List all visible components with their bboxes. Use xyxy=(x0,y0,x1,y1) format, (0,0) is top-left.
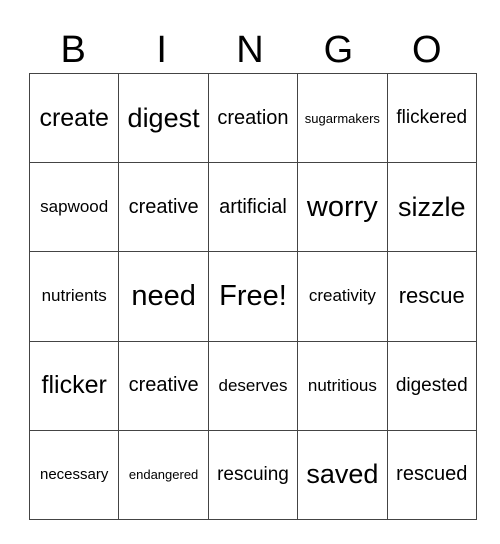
grid-row: flicker creative deserves nutritious dig… xyxy=(28,340,477,431)
bingo-cell: creation xyxy=(207,72,299,164)
bingo-cell: deserves xyxy=(207,340,299,431)
header-letter-b: B xyxy=(60,29,86,71)
bingo-cell: worry xyxy=(297,162,388,253)
bingo-cell: digest xyxy=(118,72,209,164)
bingo-cell: sapwood xyxy=(28,162,120,253)
bingo-cell: artificial xyxy=(207,162,299,253)
bingo-cell: creativity xyxy=(297,251,388,342)
bingo-cell: flickered xyxy=(386,72,477,164)
bingo-cell: rescuing xyxy=(207,429,299,520)
header-letter-o: O xyxy=(412,29,442,71)
grid-row: necessary endangered rescuing saved resc… xyxy=(28,429,477,520)
bingo-cell: nutritious xyxy=(297,340,388,431)
grid-row: create digest creation sugarmakers flick… xyxy=(28,72,477,164)
bingo-cell: sugarmakers xyxy=(297,72,388,164)
bingo-cell: need xyxy=(118,251,209,342)
bingo-cell: creative xyxy=(118,162,209,253)
bingo-cell: endangered xyxy=(118,429,209,520)
grid-row: nutrients need Free! creativity rescue xyxy=(28,251,477,342)
bingo-cell: digested xyxy=(386,340,477,431)
bingo-cell: saved xyxy=(297,429,388,520)
bingo-cell: rescue xyxy=(386,251,477,342)
bingo-cell: create xyxy=(28,72,120,164)
header-letter-n: N xyxy=(236,29,264,71)
bingo-cell: sizzle xyxy=(386,162,477,253)
header-letter-g: G xyxy=(323,29,354,71)
header-letter-i: I xyxy=(156,29,167,71)
bingo-grid: create digest creation sugarmakers flick… xyxy=(28,72,477,520)
bingo-cell: flicker xyxy=(28,340,120,431)
bingo-cell: rescued xyxy=(386,429,477,520)
free-space-cell: Free! xyxy=(207,251,299,342)
bingo-cell: necessary xyxy=(28,429,120,520)
bingo-cell: creative xyxy=(118,340,209,431)
bingo-header: B I N G O xyxy=(29,28,471,72)
bingo-cell: nutrients xyxy=(28,251,120,342)
grid-row: sapwood creative artificial worry sizzle xyxy=(28,162,477,253)
